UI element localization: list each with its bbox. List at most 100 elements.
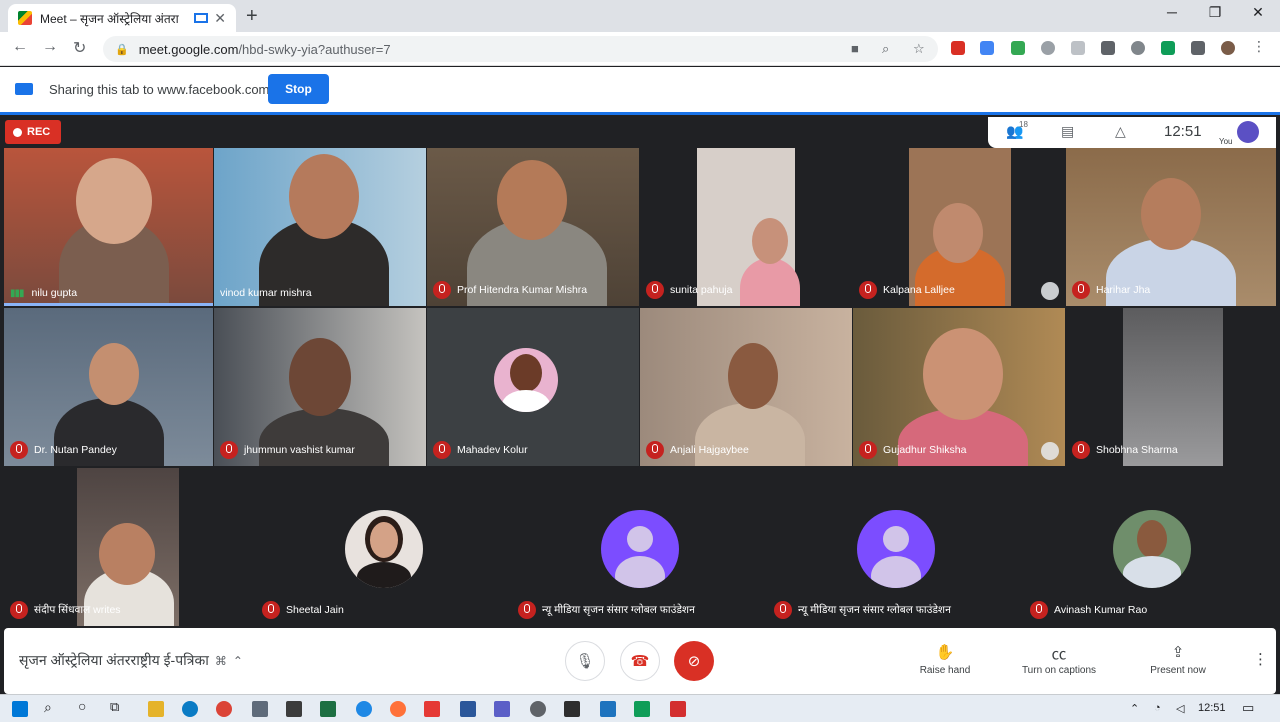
muted-mic-icon [433, 441, 451, 459]
participant-tile[interactable]: vinod kumar mishra [214, 148, 426, 306]
captions-button[interactable]: ㏄ Turn on captions [1014, 643, 1104, 676]
muted-mic-icon [1072, 441, 1090, 459]
pin-icon[interactable] [1041, 282, 1059, 300]
activities-icon[interactable]: △ [1115, 123, 1126, 140]
meeting-details[interactable]: सृजन ऑस्ट्रेलिया अंतरराष्ट्रीय ई-पत्रिका… [19, 651, 243, 670]
camera-button[interactable]: ⊘ [674, 641, 714, 681]
bookmark-star-icon[interactable]: ☆ [913, 41, 925, 57]
browser-tab[interactable]: Meet – सृजन ऑस्ट्रेलिया अंतरा ✕ [8, 4, 236, 32]
back-button[interactable]: ← [12, 38, 28, 56]
muted-mic-icon [1030, 601, 1048, 619]
participant-tile[interactable]: Kalpana Lalljee [853, 148, 1065, 306]
word-icon[interactable] [460, 701, 476, 717]
address-bar[interactable]: 🔒 meet.google.com/hbd-swky-yia?authuser=… [103, 36, 938, 62]
start-windows-icon[interactable] [12, 701, 28, 717]
excel-icon[interactable] [320, 701, 336, 717]
close-window-button[interactable]: ✕ [1238, 4, 1278, 21]
rec-label: REC [27, 126, 51, 138]
extension-icon[interactable] [1131, 41, 1145, 55]
present-now-button[interactable]: ⇪ Present now [1133, 643, 1223, 676]
microphone-button[interactable]: 🎙 [565, 641, 605, 681]
participant-name: Gujadhur Shiksha [883, 444, 967, 456]
muted-mic-icon [10, 441, 28, 459]
tray-chevron-up-icon[interactable]: ⌃ [1130, 702, 1139, 715]
calculator-icon[interactable] [252, 701, 268, 717]
participant-tile[interactable]: Anjali Hajgaybee [640, 308, 852, 466]
extension-icon[interactable] [1161, 41, 1175, 55]
participant-tile[interactable]: Dr. Nutan Pandey [4, 308, 213, 466]
settings-gear-icon[interactable] [530, 701, 546, 717]
participant-tile[interactable]: न्यू मीडिया सृजन संसार ग्लोबल फाउंडेशन [768, 468, 1022, 626]
browser-menu-icon[interactable]: ⋮ [1252, 38, 1266, 54]
leave-call-button[interactable]: ☎ [620, 641, 660, 681]
extension-icon[interactable] [1041, 41, 1055, 55]
app-icon[interactable] [424, 701, 440, 717]
participant-tile[interactable]: ▮▮▮ nilu gupta [4, 148, 213, 306]
pdf-icon[interactable] [670, 701, 686, 717]
muted-mic-icon [433, 281, 451, 299]
muted-mic-icon [10, 601, 28, 619]
extension-icon[interactable] [1101, 41, 1115, 55]
forward-button[interactable]: → [42, 38, 58, 56]
chrome-icon[interactable] [216, 701, 232, 717]
participant-tile[interactable]: Avinash Kumar Rao [1024, 468, 1276, 626]
ie-icon[interactable] [356, 701, 372, 717]
close-tab-icon[interactable]: ✕ [214, 10, 226, 27]
participant-tile[interactable]: Mahadev Kolur [427, 308, 639, 466]
file-explorer-icon[interactable] [148, 701, 164, 717]
extensions-puzzle-icon[interactable] [1191, 41, 1205, 55]
screen-share-icon [15, 83, 33, 95]
store-icon[interactable] [286, 701, 302, 717]
more-options-icon[interactable]: ⋮ [1253, 650, 1268, 668]
hand-icon: ✋ [935, 644, 955, 661]
self-avatar[interactable] [1237, 121, 1259, 143]
reload-button[interactable]: ↻ [73, 38, 86, 58]
tab-strip: Meet – सृजन ऑस्ट्रेलिया अंतरा ✕ + ─ ❐ ✕ [0, 0, 1280, 32]
extension-icon[interactable] [951, 41, 965, 55]
pin-icon[interactable] [1041, 442, 1059, 460]
meet-control-bar: सृजन ऑस्ट्रेलिया अंतरराष्ट्रीय ई-पत्रिका… [4, 628, 1276, 694]
minimize-button[interactable]: ─ [1152, 4, 1192, 20]
tab-title: Meet – सृजन ऑस्ट्रेलिया अंतरा [40, 11, 179, 26]
present-icon: ⇪ [1171, 644, 1185, 661]
app-icon[interactable] [564, 701, 580, 717]
participant-tile[interactable]: sunita pahuja [640, 148, 852, 306]
photos-icon[interactable] [600, 701, 616, 717]
new-tab-button[interactable]: + [246, 5, 258, 28]
taskbar-clock[interactable]: 12:51 [1198, 702, 1226, 714]
muted-mic-icon [518, 601, 536, 619]
task-view-icon[interactable]: ⧉ [110, 699, 119, 715]
wifi-icon[interactable]: ◔ [1154, 702, 1161, 714]
mic-icon: 🎙 [575, 653, 595, 670]
notifications-icon[interactable]: ▭ [1242, 700, 1254, 716]
app-icon[interactable] [634, 701, 650, 717]
zoom-icon[interactable]: ⌕ [882, 41, 889, 57]
volume-icon[interactable]: ◁ [1176, 702, 1184, 715]
cortana-icon[interactable]: ○ [78, 698, 86, 714]
meet-top-tools: 👥 18 ▤ △ 12:51 You [988, 117, 1276, 148]
translate-extension-icon[interactable] [980, 41, 994, 55]
participant-tile[interactable]: Shobhna Sharma [1066, 308, 1276, 466]
raise-hand-button[interactable]: ✋ Raise hand [900, 643, 990, 676]
participant-tile[interactable]: संदीप सिंधवाल writes [4, 468, 254, 626]
meeting-clock: 12:51 [1164, 123, 1202, 140]
participant-tile[interactable]: jhummun vashist kumar [214, 308, 426, 466]
extension-icon[interactable] [1011, 41, 1025, 55]
participant-tile[interactable]: Gujadhur Shiksha [853, 308, 1065, 466]
chevron-up-icon[interactable]: ⌃ [233, 654, 243, 668]
participant-tile[interactable]: न्यू मीडिया सृजन संसार ग्लोबल फाउंडेशन [512, 468, 766, 626]
chat-icon[interactable]: ▤ [1061, 123, 1074, 140]
teams-icon[interactable] [494, 701, 510, 717]
maximize-button[interactable]: ❐ [1195, 4, 1235, 21]
stop-sharing-button[interactable]: Stop [268, 74, 329, 104]
participant-tile[interactable]: Sheetal Jain [256, 468, 510, 626]
participant-name: sunita pahuja [670, 284, 733, 296]
participant-tile[interactable]: Prof Hitendra Kumar Mishra [427, 148, 639, 306]
camera-blocked-icon[interactable]: ■ [851, 41, 859, 56]
profile-avatar[interactable] [1221, 41, 1235, 55]
firefox-icon[interactable] [390, 701, 406, 717]
participant-tile[interactable]: Harihar Jha [1066, 148, 1276, 306]
search-icon[interactable]: ⌕ [44, 699, 52, 716]
edge-icon[interactable] [182, 701, 198, 717]
extension-icon[interactable] [1071, 41, 1085, 55]
